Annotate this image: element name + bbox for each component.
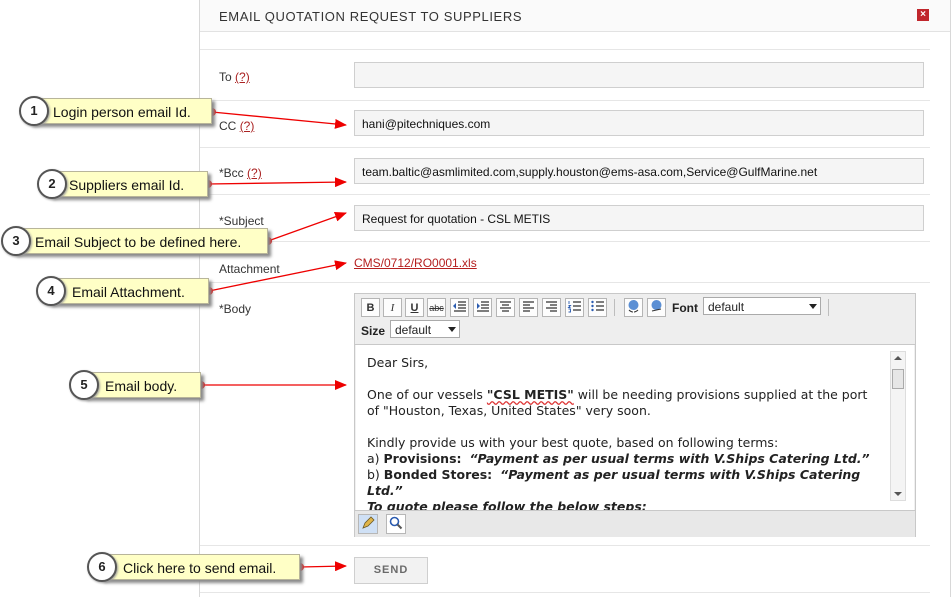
design-mode-icon[interactable]: [358, 514, 378, 534]
body-partial-line: To quote please follow the below steps:: [367, 499, 647, 510]
cc-field[interactable]: hani@pitechniques.com: [354, 110, 924, 136]
to-label: To (?): [219, 70, 250, 84]
to-field[interactable]: [354, 62, 924, 88]
divider: [200, 282, 930, 283]
body-label: *Body: [219, 302, 252, 316]
align-left-icon[interactable]: [519, 298, 538, 317]
callout-number-1: 1: [19, 96, 49, 126]
subject-label: *Subject: [219, 214, 264, 228]
term-a: a) Provisions: “Payment as per usual ter…: [367, 451, 870, 466]
callout-number-6: 6: [87, 552, 117, 582]
callout-2: Suppliers email Id.: [50, 171, 208, 197]
editor-toolbar: B I U abc Font default Size default: [355, 294, 915, 345]
bcc-field[interactable]: team.baltic@asmlimited.com,supply.housto…: [354, 158, 924, 184]
divider: [200, 49, 930, 50]
send-button[interactable]: SEND: [354, 557, 428, 584]
vessel-name: "CSL METIS": [486, 387, 574, 402]
scroll-thumb[interactable]: [892, 369, 904, 389]
toolbar-separator: [614, 299, 615, 316]
bold-button[interactable]: B: [361, 298, 380, 317]
bcc-help-link[interactable]: (?): [247, 166, 262, 180]
email-quotation-dialog: EMAIL QUOTATION REQUEST TO SUPPLIERS × T…: [199, 0, 951, 597]
bcc-label: *Bcc (?): [219, 166, 262, 180]
divider: [200, 194, 930, 195]
editor-content[interactable]: Dear Sirs, One of our vessels "CSL METIS…: [356, 345, 914, 510]
close-icon[interactable]: ×: [917, 9, 929, 21]
callout-1: Login person email Id.: [30, 98, 212, 124]
callout-number-2: 2: [37, 169, 67, 199]
bullet-list-icon[interactable]: [588, 298, 607, 317]
scroll-up-icon[interactable]: [894, 356, 902, 360]
remove-link-icon[interactable]: [647, 298, 666, 317]
callout-number-4: 4: [36, 276, 66, 306]
attachment-link[interactable]: CMS/0712/RO0001.xls: [354, 256, 477, 270]
editor-mode-bar: [355, 510, 915, 537]
divider: [200, 100, 930, 101]
scroll-down-icon[interactable]: [894, 492, 902, 496]
email-body-text: Dear Sirs, One of our vessels "CSL METIS…: [367, 355, 877, 510]
toolbar-separator: [828, 299, 829, 316]
strikethrough-button[interactable]: abc: [427, 298, 446, 317]
divider: [200, 241, 930, 242]
callout-number-3: 3: [1, 226, 31, 256]
editor-scrollbar[interactable]: [890, 351, 906, 501]
numbered-list-icon[interactable]: [565, 298, 584, 317]
rich-text-editor: B I U abc Font default Size default Dear…: [354, 293, 916, 537]
callout-number-5: 5: [69, 370, 99, 400]
font-select[interactable]: default: [703, 297, 821, 315]
preview-mode-icon[interactable]: [386, 514, 406, 534]
align-right-icon[interactable]: [542, 298, 561, 317]
size-select-value: default: [395, 323, 432, 337]
chevron-down-icon: [809, 304, 817, 309]
divider: [200, 545, 930, 546]
size-select[interactable]: default: [390, 320, 460, 338]
italic-button[interactable]: I: [383, 298, 402, 317]
align-center-icon[interactable]: [496, 298, 515, 317]
divider: [200, 592, 930, 593]
underline-button[interactable]: U: [405, 298, 424, 317]
font-label: Font: [672, 301, 698, 315]
body-paragraph: One of our vessels "CSL METIS" will be n…: [367, 387, 868, 418]
term-b: b) Bonded Stores: “Payment as per usual …: [367, 467, 861, 498]
insert-link-icon[interactable]: [624, 298, 643, 317]
greeting: Dear Sirs,: [367, 355, 429, 370]
callout-4: Email Attachment.: [49, 278, 209, 304]
dialog-title: EMAIL QUOTATION REQUEST TO SUPPLIERS: [219, 9, 523, 24]
chevron-down-icon: [448, 327, 456, 332]
cc-label: CC (?): [219, 119, 255, 133]
subject-field[interactable]: Request for quotation - CSL METIS: [354, 205, 924, 231]
font-select-value: default: [708, 300, 745, 314]
to-help-link[interactable]: (?): [235, 70, 250, 84]
body-paragraph: Kindly provide us with your best quote, …: [367, 435, 779, 450]
callout-5: Email body.: [84, 372, 201, 398]
outdent-icon[interactable]: [450, 298, 469, 317]
size-label: Size: [361, 324, 386, 338]
dialog-title-bar: EMAIL QUOTATION REQUEST TO SUPPLIERS ×: [200, 0, 950, 32]
divider: [200, 147, 930, 148]
cc-help-link[interactable]: (?): [240, 119, 255, 133]
attachment-label: Attachment: [219, 262, 280, 276]
indent-icon[interactable]: [473, 298, 492, 317]
